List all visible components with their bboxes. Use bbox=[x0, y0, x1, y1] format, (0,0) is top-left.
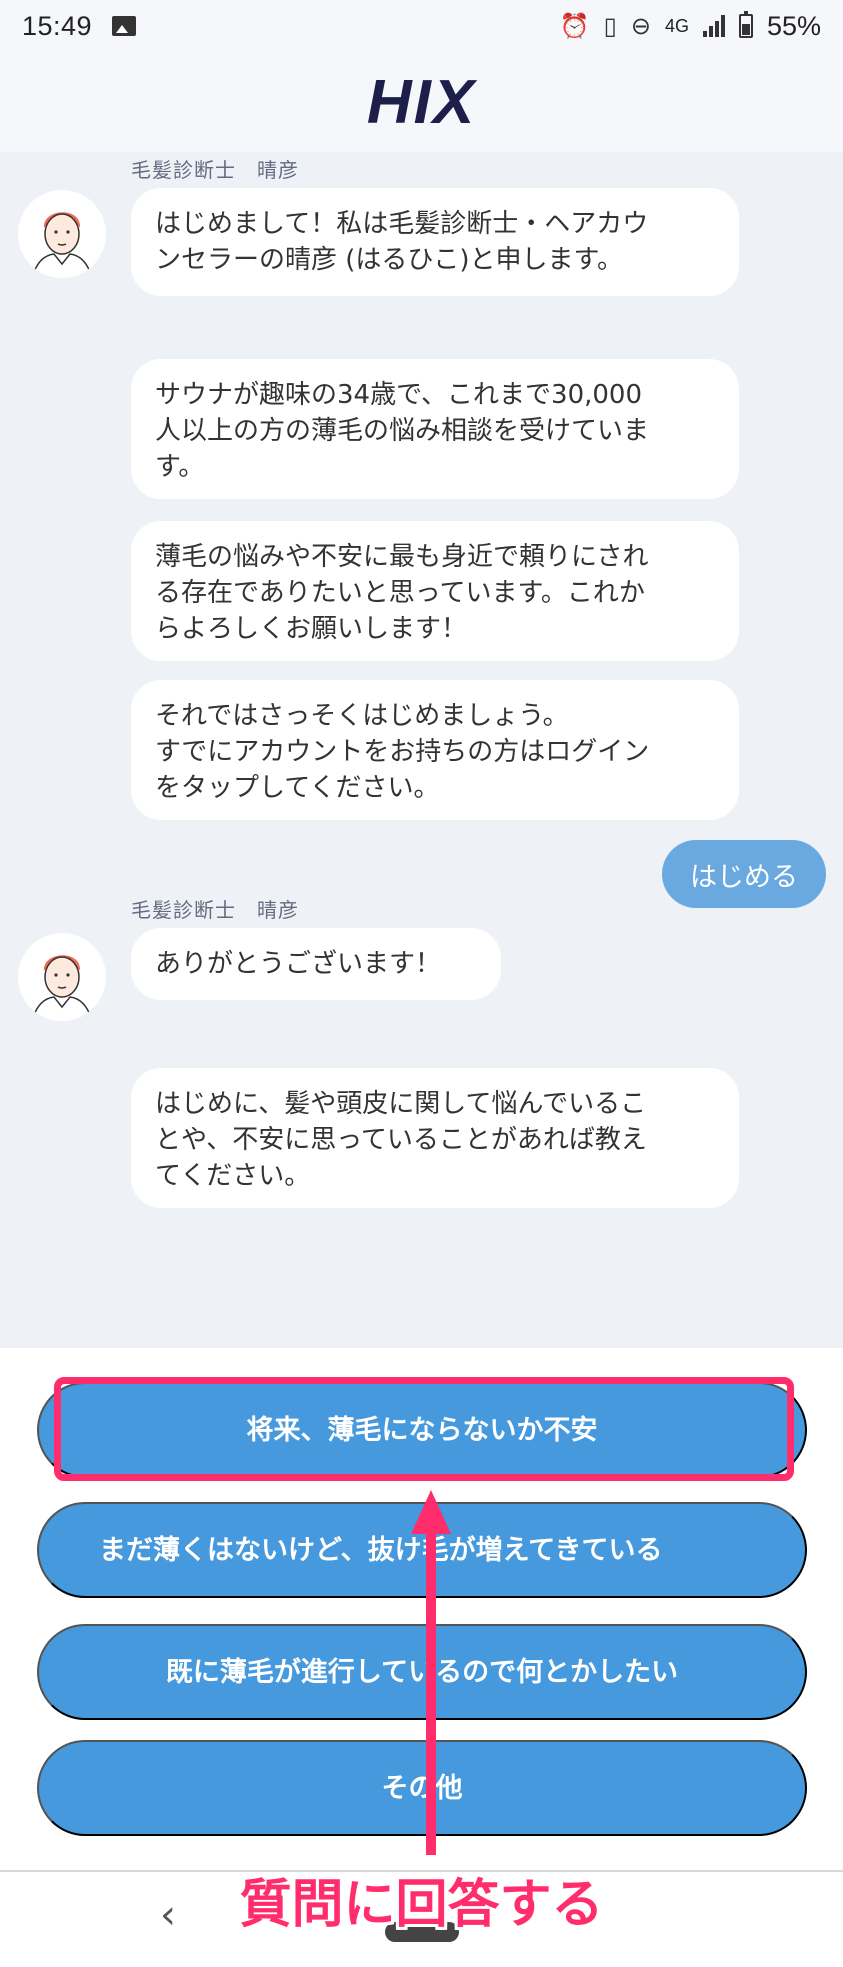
annotation-arrow bbox=[426, 1530, 436, 1855]
battery-icon bbox=[738, 11, 753, 38]
network-type: 4G bbox=[664, 15, 689, 36]
chat-bubble: はじめまして！私は毛髪診断士・ヘアカウ ンセラーの晴彦 (はるひこ)と申します。 bbox=[131, 188, 739, 296]
clock: 15:49 bbox=[22, 10, 93, 41]
chat-area[interactable]: 毛髪診断士 晴彦 はじめまして！私は毛髪診断士・ヘアカウ ンセラーの晴彦 (はる… bbox=[0, 152, 843, 1348]
sender-name: 毛髪診断士 晴彦 bbox=[131, 158, 299, 182]
chat-bubble: ありがとうございます！ bbox=[131, 928, 501, 1000]
highlight-box bbox=[54, 1377, 794, 1481]
battery-percent: 55% bbox=[766, 10, 821, 41]
chat-bubble: 薄毛の悩みや不安に最も身近で頼りにされ る存在でありたいと思っています。これか … bbox=[131, 521, 739, 661]
status-bar: 15:49 ⏰ ▯ ⊖ 4G 55% bbox=[0, 0, 843, 52]
alarm-icon: ⏰ bbox=[559, 12, 590, 40]
advisor-avatar bbox=[18, 190, 106, 278]
status-icons: ⏰ ▯ ⊖ 4G 55% bbox=[560, 11, 821, 42]
advisor-avatar bbox=[18, 933, 106, 1021]
chat-bubble: それではさっそくはじめましょう。 すでにアカウントをお持ちの方はログイン をタッ… bbox=[131, 680, 739, 820]
image-icon bbox=[112, 16, 137, 36]
signal-icon bbox=[702, 15, 725, 37]
arrow-up-icon bbox=[411, 1490, 451, 1534]
chat-bubble: サウナが趣味の34歳で、これまで30,000 人以上の方の薄毛の悩み相談を受けて… bbox=[131, 359, 739, 499]
advisor-avatar-icon bbox=[31, 955, 93, 1021]
chat-bubble: はじめに、髪や頭皮に関して悩んでいるこ とや、不安に思っていることがあれば教え … bbox=[131, 1068, 739, 1208]
option-thinning-progressing[interactable]: 既に薄毛が進行しているので何とかしたい bbox=[37, 1624, 807, 1720]
app-logo: HIX bbox=[366, 67, 477, 137]
vibrate-icon: ▯ bbox=[603, 12, 617, 40]
annotation-label: 質問に回答する bbox=[239, 1875, 604, 1935]
app-header: HIX bbox=[0, 52, 843, 152]
advisor-avatar-icon bbox=[31, 212, 93, 278]
user-reply-bubble: はじめる bbox=[662, 840, 826, 908]
option-other[interactable]: その他 bbox=[37, 1740, 807, 1836]
dnd-icon: ⊖ bbox=[630, 12, 651, 40]
sender-name: 毛髪診断士 晴彦 bbox=[131, 898, 299, 922]
